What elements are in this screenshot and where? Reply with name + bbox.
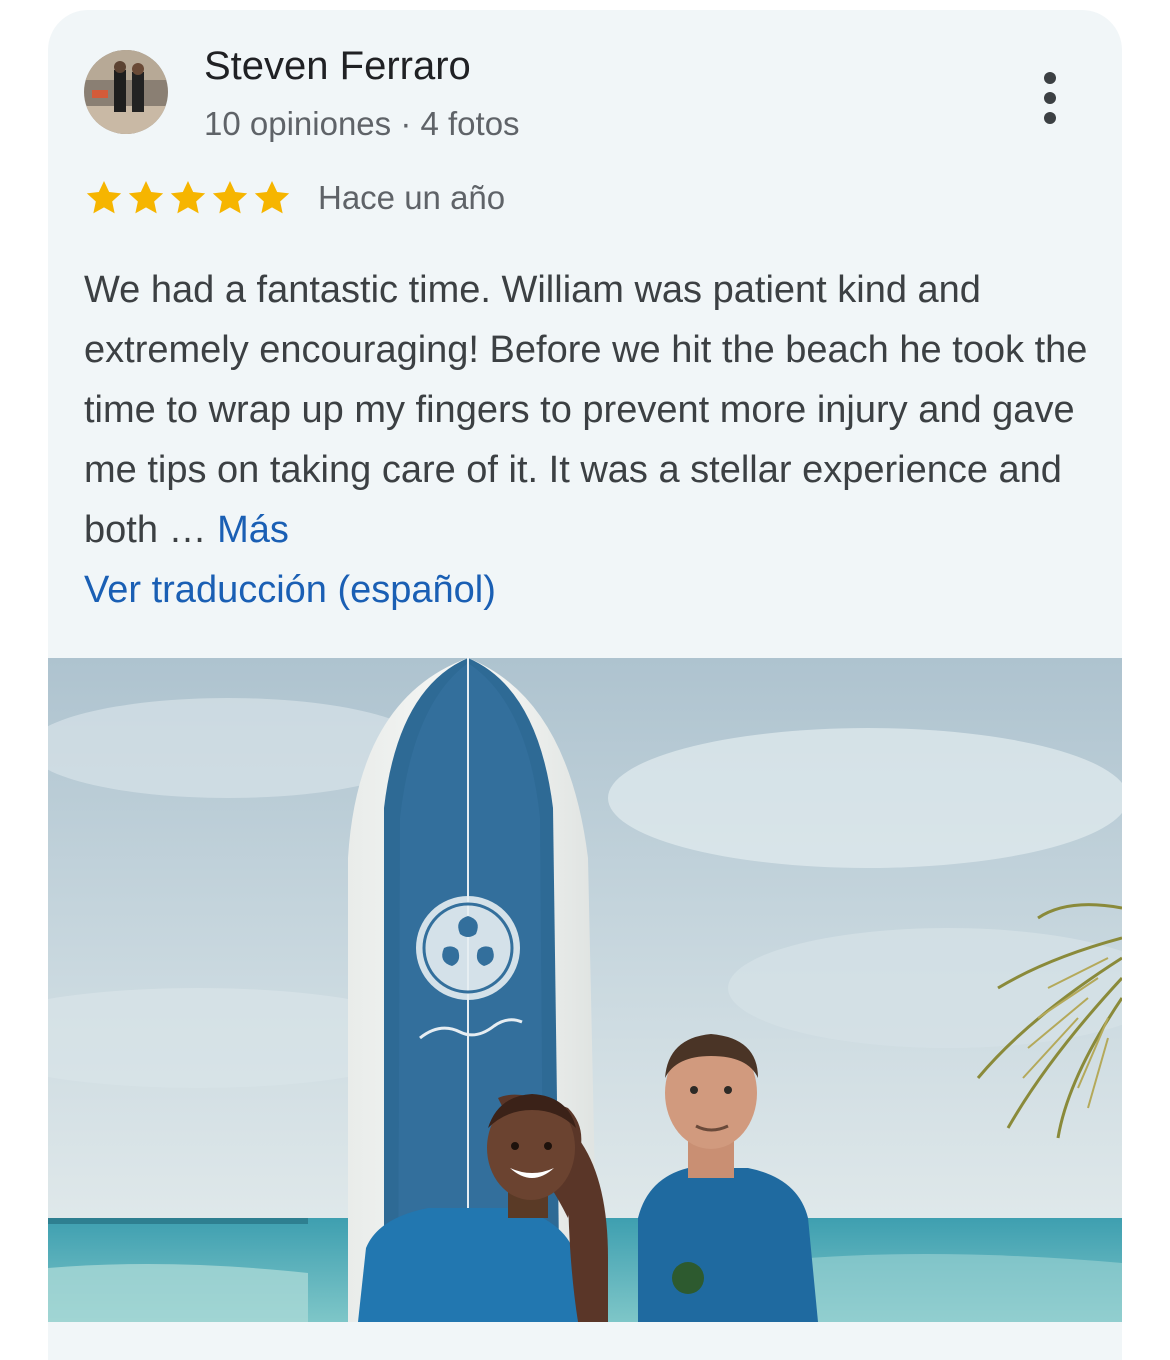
reviewer-name[interactable]: Steven Ferraro xyxy=(204,44,471,89)
more-vert-icon-dot xyxy=(1044,92,1056,104)
more-vert-icon xyxy=(1044,72,1056,84)
star-icon xyxy=(252,178,292,218)
reviewer-meta: 10 opiniones · 4 fotos xyxy=(204,105,520,142)
star-icon xyxy=(210,178,250,218)
rating-row: Hace un año xyxy=(84,176,505,220)
review-photo[interactable] xyxy=(48,658,1122,1322)
review-card: Steven Ferraro 10 opiniones · 4 fotos Ha… xyxy=(48,10,1122,1360)
star-icon xyxy=(84,178,124,218)
translate-link[interactable]: Ver traducción (español) xyxy=(84,560,496,620)
review-date: Hace un año xyxy=(318,179,506,216)
more-vert-icon-dot xyxy=(1044,112,1056,124)
star-icon xyxy=(126,178,166,218)
more-link[interactable]: Más xyxy=(217,509,289,551)
star-rating xyxy=(84,178,292,218)
more-options-button[interactable] xyxy=(1028,62,1072,134)
review-header: Steven Ferraro 10 opiniones · 4 fotos xyxy=(48,10,1122,142)
review-text: We had a fantastic time. William was pat… xyxy=(84,260,1094,560)
reviewer-avatar[interactable] xyxy=(84,50,168,134)
star-icon xyxy=(168,178,208,218)
